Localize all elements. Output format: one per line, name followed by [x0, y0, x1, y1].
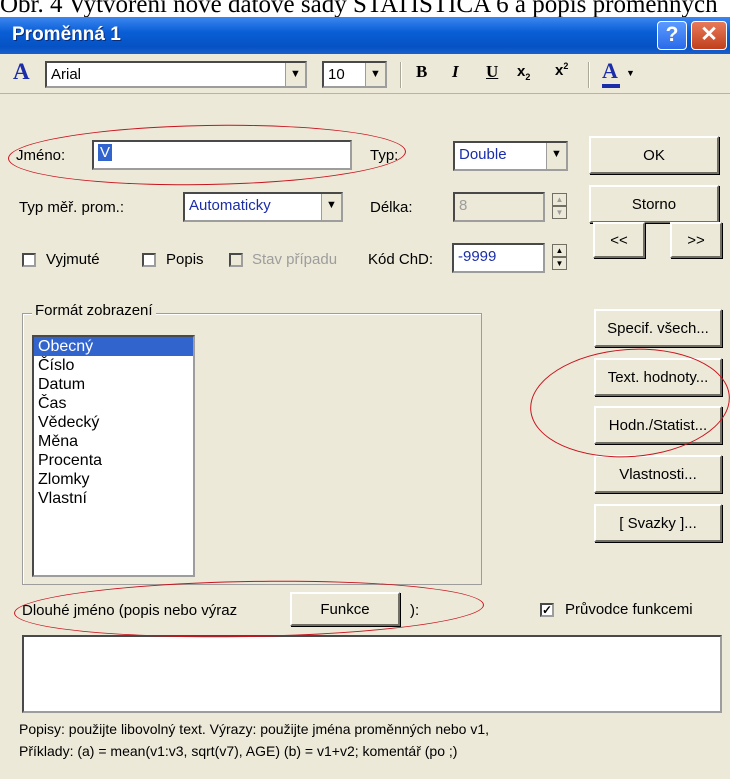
bold-button[interactable]: B [416, 62, 427, 82]
toolbar-separator [588, 62, 590, 88]
font-size-select[interactable]: 10 ▼ [322, 61, 387, 88]
font-name-value: Arial [51, 66, 82, 83]
annotation-ellipse-name [7, 121, 407, 189]
underline-button[interactable]: U [486, 62, 498, 82]
measure-type-label: Typ měř. prom.: [19, 199, 125, 216]
annotation-ellipse-long-name [13, 576, 485, 642]
subscript-mark: 2 [525, 72, 531, 82]
excluded-label: Vyjmuté [46, 251, 100, 268]
type-value: Double [459, 146, 507, 163]
spin-down-icon[interactable]: ▼ [552, 257, 567, 270]
variable-dialog: Proměnná 1 ? ✕ A Arial ▼ 10 ▼ B I U x2 x… [0, 17, 730, 779]
label-checkbox[interactable] [142, 253, 156, 267]
length-spinner[interactable]: ▲ ▼ [552, 193, 567, 220]
title-bar[interactable]: Proměnná 1 ? ✕ [0, 17, 730, 54]
long-name-textarea[interactable] [22, 635, 722, 713]
md-code-value: -9999 [458, 248, 497, 265]
close-button[interactable]: ✕ [691, 21, 727, 50]
italic-button[interactable]: I [452, 62, 459, 82]
hint-line-1: Popisy: použijte libovolný text. Výrazy:… [19, 721, 490, 737]
properties-button[interactable]: Vlastnosti... [594, 455, 722, 493]
case-state-label: Stav případu [252, 251, 338, 268]
list-item[interactable]: Datum [34, 375, 193, 394]
label-checkbox-label: Popis [166, 251, 204, 268]
function-wizard-label: Průvodce funkcemi [565, 601, 693, 618]
chevron-down-icon[interactable]: ▼ [546, 143, 566, 169]
measure-type-value: Automaticky [189, 197, 271, 214]
excluded-checkbox[interactable] [22, 253, 36, 267]
spec-all-button[interactable]: Specif. všech... [594, 309, 722, 347]
function-wizard-checkbox[interactable]: ✓ [540, 603, 554, 617]
close-icon: ✕ [700, 23, 718, 46]
superscript-button[interactable]: x2 [555, 61, 568, 79]
cancel-button[interactable]: Storno [589, 185, 719, 223]
length-value: 8 [459, 197, 468, 214]
hint-line-2: Příklady: (a) = mean(v1:v3, sqrt(v7), AG… [19, 743, 458, 759]
next-variable-button[interactable]: >> [670, 222, 722, 258]
md-code-spinner[interactable]: ▲ ▼ [552, 244, 567, 271]
list-item[interactable]: Procenta [34, 451, 193, 470]
list-item[interactable]: Zlomky [34, 470, 193, 489]
display-format-list[interactable]: Obecný Číslo Datum Čas Vědecký Měna Proc… [32, 335, 195, 577]
chevron-down-icon[interactable]: ▼ [626, 68, 635, 78]
format-toolbar: A Arial ▼ 10 ▼ B I U x2 x2 A ▼ [0, 54, 730, 94]
superscript-mark: 2 [563, 61, 569, 71]
chevron-down-icon[interactable]: ▼ [285, 63, 305, 86]
spin-down-icon[interactable]: ▼ [552, 206, 567, 219]
toolbar-separator [400, 62, 402, 88]
annotation-ellipse-buttons [526, 342, 730, 464]
md-code-label: Kód ChD: [368, 251, 434, 268]
chevron-down-icon[interactable]: ▼ [365, 63, 385, 86]
font-name-select[interactable]: Arial ▼ [45, 61, 307, 88]
font-color-button[interactable]: A ▼ [602, 58, 642, 90]
ok-button[interactable]: OK [589, 136, 719, 174]
measure-type-select[interactable]: Automaticky ▼ [183, 192, 343, 222]
subscript-button[interactable]: x2 [517, 63, 530, 82]
font-icon: A [13, 59, 30, 84]
font-color-swatch [602, 84, 620, 88]
chevron-down-icon[interactable]: ▼ [321, 194, 341, 220]
list-item[interactable]: Vědecký [34, 413, 193, 432]
list-item[interactable]: Měna [34, 432, 193, 451]
list-item[interactable]: Čas [34, 394, 193, 413]
list-item[interactable]: Obecný [34, 337, 193, 356]
help-button[interactable]: ? [657, 21, 687, 50]
length-label: Délka: [370, 199, 413, 216]
case-state-checkbox[interactable] [229, 253, 243, 267]
display-format-title: Formát zobrazení [32, 302, 156, 319]
spin-up-icon[interactable]: ▲ [552, 244, 567, 257]
md-code-input[interactable]: -9999 [452, 243, 545, 273]
list-item[interactable]: Vlastní [34, 489, 193, 508]
prev-variable-button[interactable]: << [593, 222, 645, 258]
list-item[interactable]: Číslo [34, 356, 193, 375]
font-size-value: 10 [328, 66, 345, 83]
type-select[interactable]: Double ▼ [453, 141, 568, 171]
spin-up-icon[interactable]: ▲ [552, 193, 567, 206]
links-button[interactable]: [ Svazky ]... [594, 504, 722, 542]
dialog-title: Proměnná 1 [12, 24, 121, 45]
length-input[interactable]: 8 [453, 192, 545, 222]
font-color-icon: A [602, 58, 618, 83]
